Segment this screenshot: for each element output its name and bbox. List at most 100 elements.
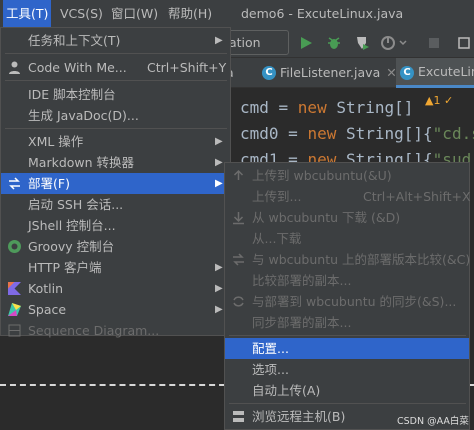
code-line: cmd = new String[] — [240, 98, 423, 117]
menu-item-configuration[interactable]: 配置... — [225, 338, 469, 359]
menu-tools[interactable]: 工具(T) — [3, 0, 52, 27]
kotlin-icon — [8, 282, 21, 295]
menu-item-label: Kotlin — [28, 281, 63, 296]
profiler-icon[interactable] — [380, 35, 396, 51]
tab-filelistener[interactable]: C FileListener.java ✕ — [258, 58, 397, 88]
menu-item-label: 任务和上下文(T) — [28, 33, 121, 48]
menu-item-compare-with-deployed: 与 wbcubuntu 上的部署版本比较(&C) — [225, 249, 471, 270]
menu-item-generate-javadoc[interactable]: 生成 JavaDoc(D)... — [1, 105, 230, 126]
menu-help[interactable]: 帮助(H) — [165, 0, 215, 27]
menu-item-label: 从...下载 — [252, 231, 302, 246]
person-icon — [9, 61, 20, 74]
watermark: CSDN @AA白菜 — [397, 416, 469, 427]
menu-item-label: Sequence Diagram... — [28, 323, 160, 338]
menu-window[interactable]: 窗口(W) — [108, 0, 161, 27]
menu-item-compare-deployed-copy: 比较部署的副本... — [225, 270, 469, 291]
menu-vcs[interactable]: VCS(S) — [57, 0, 106, 27]
menu-item-sequence-diagram: Sequence Diagram... — [1, 320, 230, 341]
menu-item-label: 配置... — [252, 341, 289, 356]
menu-item-label: IDE 脚本控制台 — [28, 87, 116, 102]
menu-item-space[interactable]: Space ▶ — [1, 299, 230, 320]
java-class-icon: C — [400, 66, 414, 80]
remote-host-icon — [233, 411, 244, 422]
tools-menu: 任务和上下文(T) ▶ Code With Me... Ctrl+Shift+Y… — [0, 27, 231, 338]
code-text: String[] — [326, 98, 424, 117]
menu-item-sync-with-deployed: 与部署到 wbcubuntu 的同步(&S)... — [225, 291, 469, 312]
submenu-arrow-icon: ▶ — [215, 178, 223, 189]
menu-separator — [5, 53, 227, 54]
code-keyword: new — [307, 124, 337, 143]
menu-item-label: 与部署到 wbcubuntu 的同步(&S)... — [252, 294, 457, 309]
groovy-icon — [8, 240, 21, 253]
download-icon — [233, 212, 244, 225]
code-keyword: new — [297, 98, 327, 117]
menu-item-shortcut: Ctrl+Alt+Shift+X — [363, 189, 471, 204]
menu-item-auto-upload[interactable]: 自动上传(A) — [225, 380, 469, 401]
coverage-icon[interactable] — [354, 35, 370, 51]
menu-item-groovy-console[interactable]: Groovy 控制台 — [1, 236, 230, 257]
menu-separator — [229, 335, 466, 336]
menu-item-label: JShell 控制台... — [28, 218, 116, 233]
menu-item-sync-deployed-copy: 同步部署的副本... — [225, 312, 469, 333]
submenu-arrow-icon: ▶ — [215, 262, 223, 273]
menu-item-label: 与 wbcubuntu 上的部署版本比较(&C) — [252, 252, 471, 267]
menu-item-download-from-wbcubuntu: 从 wbcubuntu 下载 (&D) — [225, 207, 469, 228]
sync-icon — [233, 296, 244, 307]
menu-item-deployment[interactable]: 部署(F) ▶ — [1, 173, 230, 194]
menu-item-label: 从 wbcubuntu 下载 (&D) — [252, 210, 401, 225]
menu-item-tasks-context[interactable]: 任务和上下文(T) ▶ — [1, 30, 230, 51]
menu-item-shortcut: Ctrl+Shift+Y — [147, 60, 227, 75]
menu-separator — [5, 80, 227, 81]
menu-item-kotlin[interactable]: Kotlin ▶ — [1, 278, 230, 299]
menu-item-label: Groovy 控制台 — [28, 239, 115, 254]
code-text: String[]{ — [336, 124, 433, 143]
menu-item-label: 自动上传(A) — [252, 383, 321, 398]
menu-item-code-with-me[interactable]: Code With Me... Ctrl+Shift+Y — [1, 57, 230, 78]
tab-excutelinux[interactable]: C ExcuteLin — [396, 58, 474, 88]
menu-item-upload-to-wbcubuntu: 上传到 wbcubuntu(&U) — [225, 165, 469, 186]
java-class-icon: C — [262, 66, 276, 80]
menu-item-label: Markdown 转换器 — [28, 155, 135, 170]
submenu-arrow-icon: ▶ — [215, 35, 223, 46]
code-text: cmd = — [240, 98, 298, 117]
menu-item-xml-actions[interactable]: XML 操作 ▶ — [1, 131, 230, 152]
stop-icon[interactable] — [426, 35, 442, 51]
menu-item-label: Space — [28, 302, 67, 317]
submenu-arrow-icon: ▶ — [215, 304, 223, 315]
submenu-arrow-icon: ▶ — [215, 283, 223, 294]
menu-item-download-from: 从...下载 — [225, 228, 469, 249]
submenu-arrow-icon: ▶ — [215, 136, 223, 147]
menubar: 工具(T) VCS(S) 窗口(W) 帮助(H) demo6 - ExcuteL… — [0, 0, 474, 27]
menu-item-label: XML 操作 — [28, 134, 84, 149]
sequence-diagram-icon — [8, 324, 21, 337]
run-configuration-label: ation — [229, 35, 261, 50]
sync-arrows-icon — [9, 177, 20, 190]
menu-item-label: Code With Me... — [28, 60, 127, 75]
search-everywhere-icon[interactable] — [456, 35, 472, 51]
menu-item-label: 比较部署的副本... — [252, 273, 352, 288]
submenu-arrow-icon: ▶ — [215, 157, 223, 168]
menu-item-jshell-console[interactable]: JShell 控制台... — [1, 215, 230, 236]
code-text: cmd0 = — [240, 124, 308, 143]
run-icon[interactable] — [298, 35, 314, 51]
code-line: cmd0 = new String[]{"cd.s — [240, 124, 474, 143]
menu-item-upload-to: 上传到... Ctrl+Alt+Shift+X — [225, 186, 471, 207]
inspection-warning-badge[interactable]: ▲1 ✓ — [425, 94, 453, 107]
menu-item-label: HTTP 客户端 — [28, 260, 102, 275]
window-title: demo6 - ExcuteLinux.java — [241, 6, 404, 21]
menu-separator — [5, 128, 227, 129]
debug-icon[interactable] — [326, 35, 342, 51]
menu-separator — [229, 403, 466, 404]
menu-item-label: 同步部署的副本... — [252, 315, 352, 330]
menu-item-http-client[interactable]: HTTP 客户端 ▶ — [1, 257, 230, 278]
chevron-down-icon[interactable] — [398, 35, 408, 51]
code-string: "cd.s — [432, 124, 474, 143]
menu-item-label: 生成 JavaDoc(D)... — [28, 108, 139, 123]
menu-item-ide-script-console[interactable]: IDE 脚本控制台 — [1, 84, 230, 105]
menu-item-start-ssh[interactable]: 启动 SSH 会话... — [1, 194, 230, 215]
menu-item-label: 浏览远程主机(B) — [252, 409, 346, 424]
menu-item-label: 上传到 wbcubuntu(&U) — [252, 168, 392, 183]
menu-item-options[interactable]: 选项... — [225, 359, 469, 380]
space-icon — [8, 303, 21, 316]
menu-item-markdown-converter[interactable]: Markdown 转换器 ▶ — [1, 152, 230, 173]
